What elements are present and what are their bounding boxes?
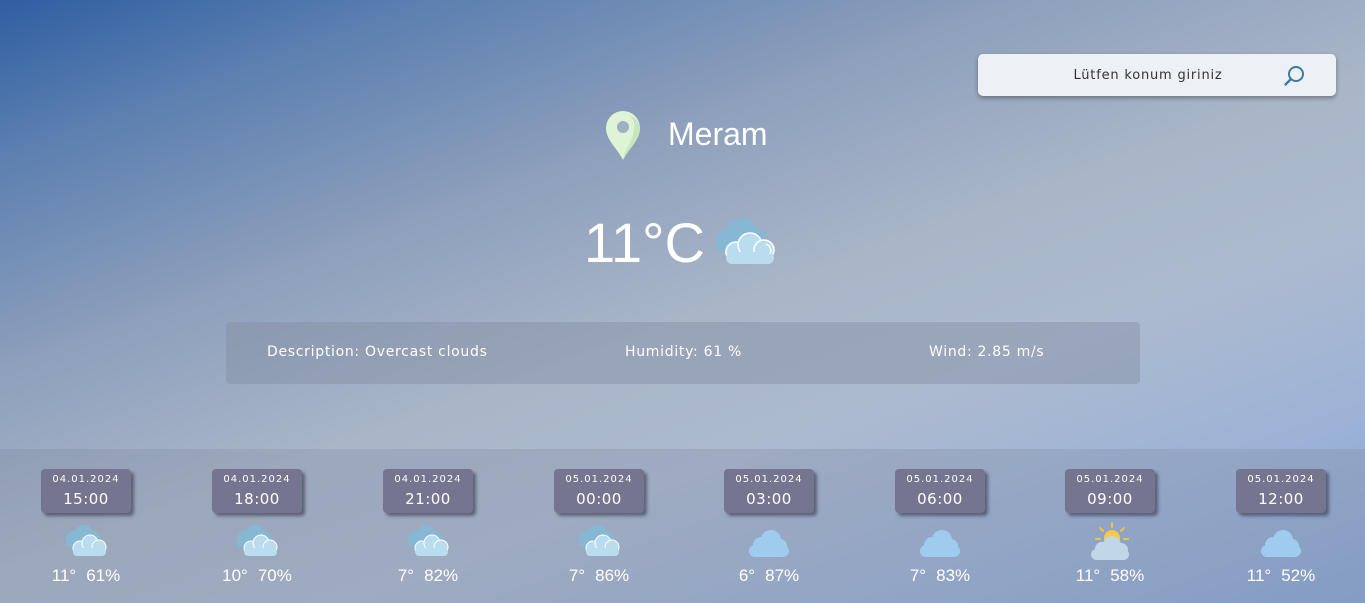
forecast-datetime: 05.01.2024 03:00 xyxy=(724,469,814,513)
forecast-temp: 11° xyxy=(1075,566,1101,585)
forecast-datetime: 04.01.2024 21:00 xyxy=(383,469,473,513)
forecast-date: 05.01.2024 xyxy=(565,474,633,485)
forecast-values: 7° 86% xyxy=(549,566,649,586)
forecast-datetime: 04.01.2024 18:00 xyxy=(212,469,302,513)
forecast-time: 21:00 xyxy=(405,490,451,508)
overcast-clouds-icon xyxy=(716,218,775,264)
forecast-humidity: 70% xyxy=(257,566,292,585)
forecast-date: 04.01.2024 xyxy=(223,474,291,485)
forecast-datetime: 04.01.2024 15:00 xyxy=(41,469,131,513)
forecast-values: 11° 52% xyxy=(1231,566,1331,586)
forecast-humidity: 87% xyxy=(765,566,800,585)
forecast-values: 10° 70% xyxy=(207,566,307,586)
forecast-datetime: 05.01.2024 00:00 xyxy=(554,469,644,513)
forecast-time: 03:00 xyxy=(746,490,792,508)
forecast-item: 04.01.2024 21:00 7° 82% xyxy=(378,449,478,603)
forecast-item: 04.01.2024 15:00 11° 61% xyxy=(36,449,136,603)
overcast-clouds-icon xyxy=(579,525,620,556)
forecast-item: 05.01.2024 09:00 11° 58% xyxy=(1060,449,1160,603)
description-text: Description: Overcast clouds xyxy=(267,344,488,360)
forecast-humidity: 86% xyxy=(595,566,630,585)
forecast-values: 7° 82% xyxy=(378,566,478,586)
forecast-humidity: 61% xyxy=(86,566,121,585)
sun-behind-cloud-icon xyxy=(1091,522,1129,560)
forecast-item: 05.01.2024 00:00 7° 86% xyxy=(549,449,649,603)
forecast-date: 04.01.2024 xyxy=(394,474,462,485)
search-box[interactable] xyxy=(978,54,1336,96)
cloud-icon xyxy=(1261,530,1301,557)
forecast-datetime: 05.01.2024 09:00 xyxy=(1065,469,1155,513)
forecast-temp: 7° xyxy=(397,566,415,585)
forecast-humidity: 52% xyxy=(1281,566,1316,585)
cloud-icon xyxy=(920,530,960,557)
forecast-item: 05.01.2024 06:00 7° 83% xyxy=(890,449,990,603)
forecast-time: 00:00 xyxy=(576,490,622,508)
forecast-humidity: 82% xyxy=(424,566,459,585)
forecast-date: 05.01.2024 xyxy=(1076,474,1144,485)
forecast-values: 11° 61% xyxy=(36,566,136,586)
forecast-date: 05.01.2024 xyxy=(735,474,803,485)
forecast-temp: 7° xyxy=(568,566,586,585)
overcast-clouds-icon xyxy=(237,525,278,556)
forecast-item: 04.01.2024 18:00 10° 70% xyxy=(207,449,307,603)
search-input[interactable] xyxy=(1018,54,1278,96)
humidity-text: Humidity: 61 % xyxy=(625,344,742,360)
search-icon[interactable] xyxy=(1283,64,1307,88)
forecast-item: 05.01.2024 12:00 11° 52% xyxy=(1231,449,1331,603)
forecast-time: 09:00 xyxy=(1087,490,1133,508)
forecast-date: 05.01.2024 xyxy=(906,474,974,485)
forecast-temp: 10° xyxy=(222,566,248,585)
forecast-temp: 7° xyxy=(909,566,927,585)
forecast-temp: 6° xyxy=(738,566,756,585)
weather-details: Description: Overcast clouds Humidity: 6… xyxy=(226,322,1140,384)
forecast-time: 06:00 xyxy=(917,490,963,508)
forecast-values: 11° 58% xyxy=(1060,566,1160,586)
forecast-datetime: 05.01.2024 12:00 xyxy=(1236,469,1326,513)
forecast-time: 12:00 xyxy=(1258,490,1304,508)
forecast-date: 04.01.2024 xyxy=(52,474,120,485)
forecast-strip: 04.01.2024 15:00 11° 61% 04.01.2024 18:00… xyxy=(0,449,1365,603)
wind-text: Wind: 2.85 m/s xyxy=(929,344,1045,360)
cloud-icon xyxy=(749,530,789,557)
forecast-temp: 11° xyxy=(51,566,77,585)
overcast-clouds-icon xyxy=(66,525,107,556)
forecast-item: 05.01.2024 03:00 6° 87% xyxy=(719,449,819,603)
map-pin-icon xyxy=(606,111,640,160)
forecast-time: 15:00 xyxy=(63,490,109,508)
forecast-time: 18:00 xyxy=(234,490,280,508)
city-name: Meram xyxy=(668,116,768,152)
overcast-clouds-icon xyxy=(408,525,449,556)
forecast-humidity: 58% xyxy=(1110,566,1145,585)
forecast-datetime: 05.01.2024 06:00 xyxy=(895,469,985,513)
forecast-humidity: 83% xyxy=(936,566,971,585)
current-temperature: 11°C xyxy=(584,211,705,274)
forecast-values: 7° 83% xyxy=(890,566,990,586)
forecast-temp: 11° xyxy=(1246,566,1272,585)
forecast-values: 6° 87% xyxy=(719,566,819,586)
forecast-date: 05.01.2024 xyxy=(1247,474,1315,485)
